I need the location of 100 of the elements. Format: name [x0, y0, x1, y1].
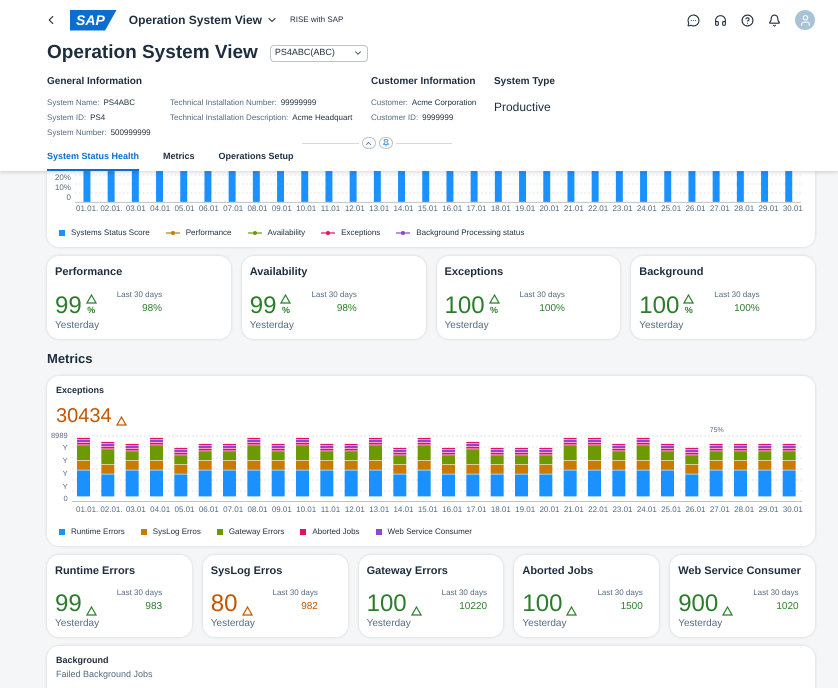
kpi-title: Exceptions [444, 265, 504, 280]
legend-label: SysLog Erros [152, 526, 201, 538]
legend-label: Web Service Consumer [388, 526, 472, 538]
headset-icon[interactable] [714, 14, 727, 26]
kpi-caption: Yesterday [444, 318, 490, 332]
kpi-title: Availability [250, 265, 308, 280]
kpi-title: SysLog Erros [210, 564, 284, 578]
kpi-title: Aborted Jobs [522, 564, 594, 578]
kpi-period: Last 30 days [597, 587, 643, 599]
axis-label: 29.01 [757, 203, 780, 215]
axis-label: 0 [66, 193, 71, 202]
kpi-caption: Yesterday [210, 617, 256, 631]
axis-label: 22.01 [587, 504, 610, 516]
help-icon[interactable] [741, 14, 754, 26]
field-label: Technical Installation Number: [170, 97, 277, 109]
kpi-title: Gateway Errors [366, 564, 449, 578]
kpi-caption: Yesterday [55, 617, 100, 631]
pin-button[interactable] [378, 137, 392, 149]
kpi-title: Web Service Consumer [678, 564, 802, 578]
kpi-comparison: 982 [301, 600, 318, 614]
axis-label: 27.01 [708, 203, 731, 215]
kpi-value: 100 [444, 294, 485, 318]
axis-label: 13.01 [368, 504, 390, 516]
field-value: Acme Corporation [412, 97, 476, 109]
kpi-caption: Yesterday [522, 617, 568, 631]
logo: SAP [70, 10, 117, 30]
app-title-menu[interactable]: Operation System View [128, 11, 278, 29]
axis-label: 13.01 [368, 203, 390, 215]
axis-label: 17.01 [465, 504, 488, 516]
kpi-title: Runtime Errors [55, 564, 136, 578]
kpi-comparison: 10220 [459, 600, 488, 614]
axis-label: 19.01 [514, 203, 536, 215]
card-title: Exceptions [56, 384, 106, 397]
axis-label: 16.01 [441, 504, 464, 516]
kpi-caption: Yesterday [55, 318, 100, 332]
kpi-comparison: 98% [142, 302, 162, 316]
axis-label: 08.01 [246, 504, 268, 516]
field-value: Acme Headquart [292, 112, 352, 124]
axis-label: 07.01 [222, 203, 244, 215]
axis-label: 30.01 [782, 504, 804, 516]
kpi-period: Last 30 days [311, 288, 357, 300]
section-title: Metrics [47, 350, 94, 368]
kpi-value: 99 [250, 294, 276, 318]
axis-label: 10% [54, 183, 71, 192]
kpi-period: Last 30 days [442, 587, 488, 599]
axis-label: 26.01 [684, 504, 706, 516]
tab[interactable]: Metrics [163, 150, 195, 171]
system-type-value: Productive [494, 100, 551, 114]
section-heading: Customer Information [371, 75, 476, 89]
axis-label: 09.01 [270, 504, 293, 516]
axis-label: 11.01 [320, 504, 342, 516]
system-select[interactable]: PS4ABC(ABC) [270, 44, 368, 62]
axis-label: 11.01 [320, 203, 342, 215]
kpi-caption: Yesterday [678, 617, 724, 631]
axis-label: 25.01 [660, 203, 682, 215]
axis-label: 24.01 [636, 504, 658, 516]
axis-label: 04.01 [149, 504, 172, 516]
section-heading: System Type [494, 75, 555, 89]
axis-label: 01.01. [75, 203, 100, 215]
field-label: System Number: [47, 127, 107, 139]
collapse-button[interactable] [362, 137, 376, 149]
axis-label: 12.01 [344, 203, 366, 215]
axis-label: 03.01 [124, 203, 147, 215]
axis-label: 14.01 [392, 203, 414, 215]
kpi-comparison: 1020 [776, 600, 799, 614]
axis-label: 20.01 [538, 504, 560, 516]
kpi-comparison: 98% [336, 302, 357, 316]
card-subtitle: Failed Background Jobs [56, 668, 154, 681]
axis-label: 15.01 [416, 504, 439, 516]
axis-label: 29.01 [757, 504, 780, 516]
legend-label: Performance [186, 227, 232, 239]
tab[interactable]: Operations Setup [218, 150, 294, 171]
axis-label: 05.01 [173, 203, 196, 215]
legend-label: Runtime Errors [71, 526, 125, 538]
kpi-period: Last 30 days [714, 288, 760, 300]
field-value: 500999999 [110, 127, 151, 139]
axis-label: 10.01 [295, 203, 318, 215]
section-heading: General Information [47, 75, 144, 89]
bell-icon[interactable] [768, 14, 781, 26]
legend-label: Background Processing status [416, 227, 524, 239]
axis-label: 28.01 [733, 504, 756, 516]
axis-label: 18.01 [490, 504, 512, 516]
pin-icon [382, 139, 390, 147]
kpi-value: 100 [366, 592, 407, 616]
kpi-period: Last 30 days [272, 587, 318, 599]
field-value: 99999999 [280, 97, 316, 109]
kpi-comparison: 1500 [620, 600, 643, 614]
axis-label: 05.01 [173, 504, 196, 516]
kpi-period: Last 30 days [753, 587, 799, 599]
chat-icon[interactable] [687, 14, 700, 26]
axis-label: 02.01. [99, 203, 124, 215]
kpi-period: Last 30 days [520, 288, 565, 300]
axis-label: 08.01 [246, 203, 268, 215]
page-title: Operation System View [47, 40, 258, 65]
axis-label: 20.01 [538, 203, 560, 215]
field-value: PS4 [90, 112, 106, 124]
axis-label: 30.01 [782, 203, 804, 215]
field-value: PS4ABC [103, 97, 136, 109]
kpi-value: 80 [210, 592, 238, 616]
legend-label: Exceptions [341, 227, 380, 239]
